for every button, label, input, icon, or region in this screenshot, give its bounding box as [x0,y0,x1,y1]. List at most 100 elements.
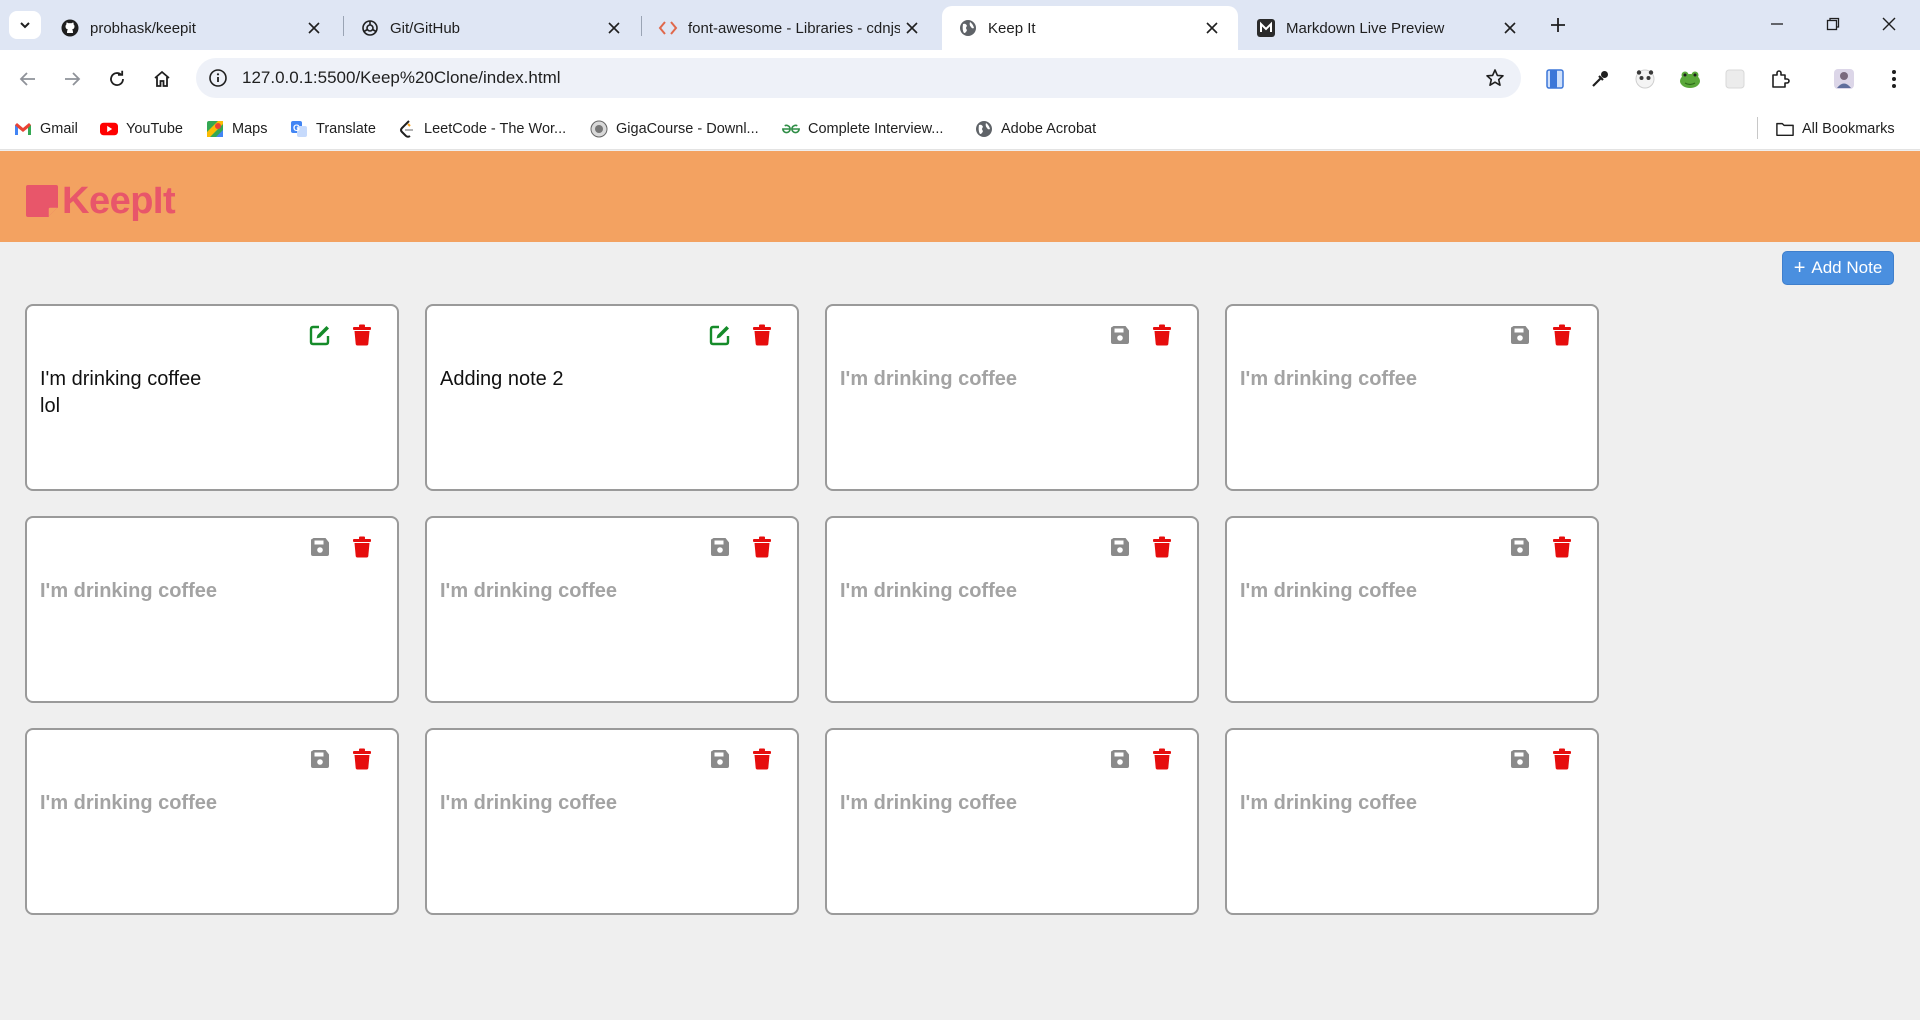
trash-icon[interactable] [351,748,373,770]
save-icon[interactable] [709,536,731,558]
bookmark-gmail[interactable]: Gmail [14,117,78,141]
note-input[interactable]: I'm drinking coffee [1240,578,1580,605]
bookmark-gigacourse[interactable]: GigaCourse - Downl... [590,117,759,141]
trash-icon[interactable] [751,536,773,558]
browser-menu-icon[interactable] [1880,65,1908,93]
note-card[interactable]: I'm drinking coffee [1225,728,1599,915]
bookmark-adobe-acrobat[interactable]: Adobe Acrobat [975,117,1096,141]
save-icon[interactable] [1509,324,1531,346]
extensions-puzzle-icon[interactable] [1766,65,1794,93]
trash-icon[interactable] [1551,324,1573,346]
bookmark-label: Maps [232,121,268,137]
save-icon[interactable] [1109,324,1131,346]
address-bar[interactable]: 127.0.0.1:5500/Keep%20Clone/index.html [196,58,1521,98]
geeksforgeeks-icon [782,120,800,138]
trash-icon[interactable] [351,324,373,346]
note-card[interactable]: I'm drinking coffee [425,516,799,703]
note-input[interactable]: I'm drinking coffee [840,366,1180,393]
add-note-label: Add Note [1811,258,1883,277]
github-icon [60,18,80,38]
trash-icon[interactable] [1151,748,1173,770]
save-icon[interactable] [1509,536,1531,558]
note-input[interactable]: I'm drinking coffee [40,790,380,817]
reload-button[interactable] [101,63,133,95]
close-tab-icon[interactable] [1498,16,1522,40]
forward-button[interactable] [56,63,88,95]
note-card[interactable]: I'm drinking coffee [1225,304,1599,491]
save-icon[interactable] [309,536,331,558]
bookmark-leetcode[interactable]: LeetCode - The Wor... [398,117,566,141]
save-icon[interactable] [309,748,331,770]
tab-title: probhask/keepit [90,19,196,37]
note-input[interactable]: I'm drinking coffee [40,578,380,605]
gigacourse-icon [590,120,608,138]
note-input[interactable]: I'm drinking coffee [840,790,1180,817]
trash-icon[interactable] [751,748,773,770]
bookmark-youtube[interactable]: YouTube [100,117,183,141]
note-card[interactable]: I'm drinking coffee [25,728,399,915]
all-bookmarks-button[interactable]: All Bookmarks [1776,117,1895,141]
note-input[interactable]: I'm drinking coffee [840,578,1180,605]
trash-icon[interactable] [1151,536,1173,558]
site-info-icon[interactable] [206,66,230,90]
note-card[interactable]: I'm drinking coffee [825,304,1199,491]
close-tab-icon[interactable] [900,16,924,40]
note-input[interactable]: I'm drinking coffee [440,790,780,817]
extension-frog-icon[interactable] [1676,65,1704,93]
bookmark-translate[interactable]: G Translate [290,117,376,141]
edit-icon[interactable] [309,324,331,346]
note-input[interactable]: I'm drinking coffee [1240,790,1580,817]
minimize-button[interactable] [1754,8,1800,40]
tab-title: font-awesome - Libraries - cdnjs [688,19,900,37]
note-card[interactable]: I'm drinking coffee [825,516,1199,703]
trash-icon[interactable] [1151,324,1173,346]
save-icon[interactable] [1109,748,1131,770]
note-card[interactable]: I'm drinking coffee lol [25,304,399,491]
bookmark-star-icon[interactable] [1483,66,1507,90]
tab-search-button[interactable] [9,11,41,39]
restore-button[interactable] [1810,8,1856,40]
back-button[interactable] [12,63,44,95]
tab-markdown-live-preview[interactable]: Markdown Live Preview [1240,6,1536,50]
note-card[interactable]: I'm drinking coffee [25,516,399,703]
url-text[interactable]: 127.0.0.1:5500/Keep%20Clone/index.html [242,68,561,88]
note-input[interactable]: I'm drinking coffee [1240,366,1580,393]
restore-icon [1826,17,1840,31]
note-card[interactable]: I'm drinking coffee [425,728,799,915]
tab-keep-it[interactable]: Keep It [942,6,1238,50]
extension-panda-icon[interactable] [1631,65,1659,93]
browser-tab-strip: probhask/keepit Git/GitHub font-awesome … [0,0,1920,50]
tab-probhask-keepit[interactable]: probhask/keepit [44,6,340,50]
save-icon[interactable] [1109,536,1131,558]
note-card[interactable]: I'm drinking coffee [1225,516,1599,703]
code-brackets-icon [658,18,678,38]
edit-icon[interactable] [709,324,731,346]
save-icon[interactable] [709,748,731,770]
note-input[interactable]: I'm drinking coffee [440,578,780,605]
leetcode-icon [398,120,416,138]
home-button[interactable] [146,63,178,95]
trash-icon[interactable] [351,536,373,558]
save-icon[interactable] [1509,748,1531,770]
close-tab-icon[interactable] [1200,16,1224,40]
close-tab-icon[interactable] [602,16,626,40]
bookmark-maps[interactable]: Maps [206,117,267,141]
extension-reader-icon[interactable] [1541,65,1569,93]
add-note-button[interactable]: + Add Note [1782,251,1894,285]
close-window-button[interactable] [1866,8,1912,40]
tab-git-github[interactable]: Git/GitHub [344,6,640,50]
app-logo[interactable]: KeepIt [24,179,176,223]
note-card[interactable]: I'm drinking coffee [825,728,1199,915]
bookmark-label: GigaCourse - Downl... [616,121,759,137]
new-tab-button[interactable] [1544,11,1572,39]
close-tab-icon[interactable] [302,16,326,40]
trash-icon[interactable] [1551,748,1573,770]
profile-avatar-icon[interactable] [1830,65,1858,93]
extension-eyedropper-icon[interactable] [1586,65,1614,93]
trash-icon[interactable] [1551,536,1573,558]
tab-font-awesome-cdnjs[interactable]: font-awesome - Libraries - cdnjs [642,6,938,50]
bookmark-complete-interview[interactable]: Complete Interview... [782,117,943,141]
extension-blank-icon[interactable] [1721,65,1749,93]
note-card[interactable]: Adding note 2 [425,304,799,491]
trash-icon[interactable] [751,324,773,346]
